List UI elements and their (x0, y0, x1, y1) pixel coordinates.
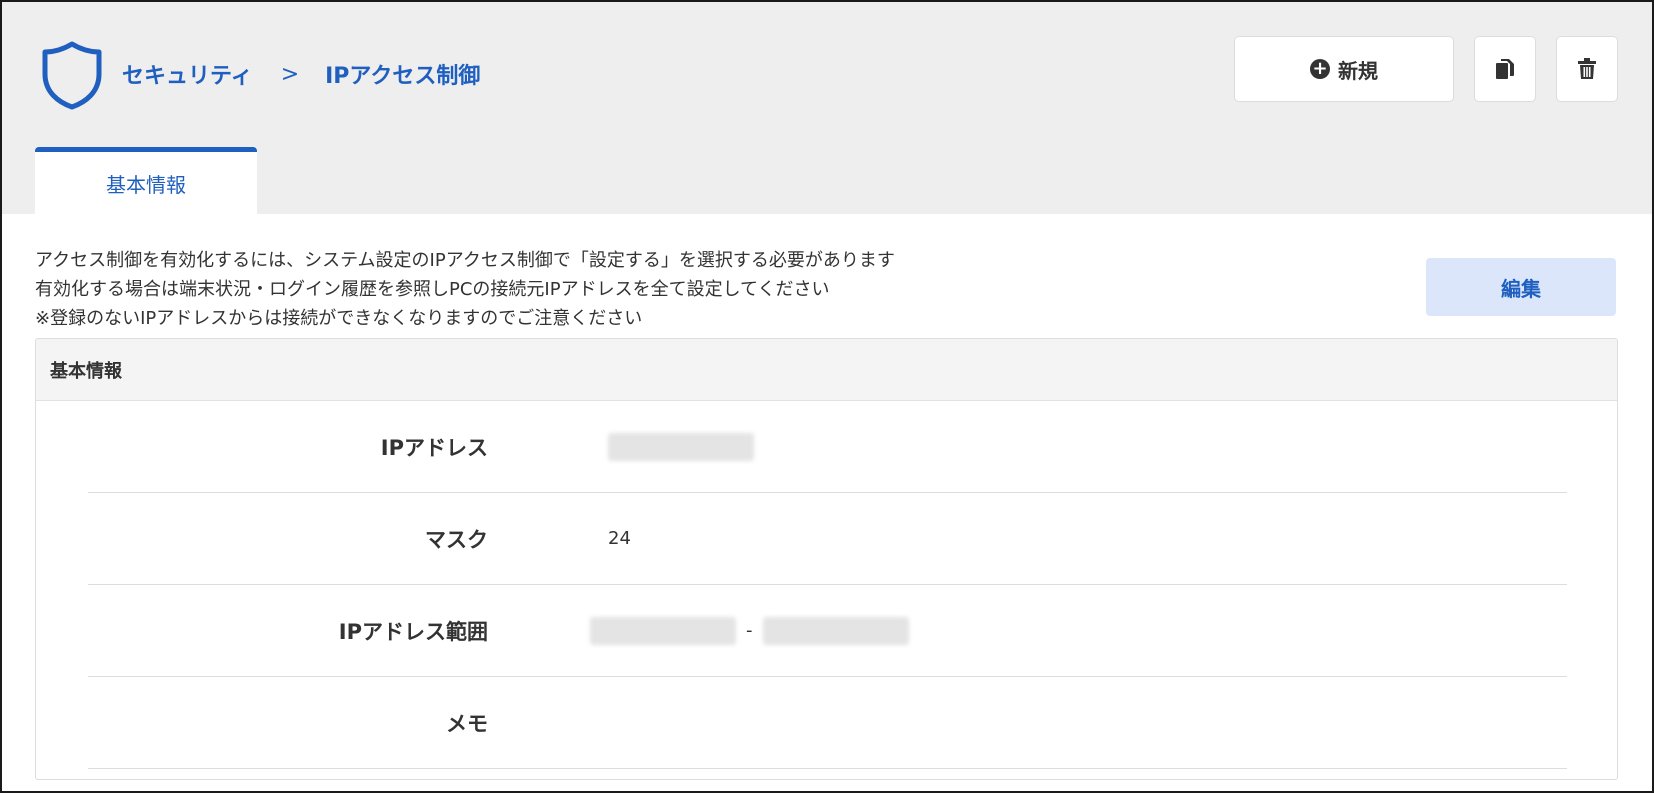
redacted-value (590, 616, 736, 645)
field-label: IPアドレス範囲 (338, 619, 488, 644)
notice-line: 有効化する場合は端末状況・ログイン履歴を参照しPCの接続元IPアドレスを全て設定… (35, 279, 830, 300)
breadcrumb-item-ip-access: IPアクセス制御 (325, 64, 481, 89)
trash-icon (1578, 58, 1596, 79)
edit-button[interactable]: 編集 (1426, 258, 1616, 316)
copy-icon (1496, 59, 1514, 79)
ip-address-value (608, 401, 754, 492)
delete-button[interactable] (1556, 36, 1618, 102)
field-label: マスク (425, 527, 488, 552)
range-separator: - (746, 620, 753, 641)
card-title: 基本情報 (36, 339, 1617, 401)
new-button-label: 新規 (1338, 58, 1378, 83)
plus-circle-icon: + (1310, 59, 1330, 79)
notice-line: アクセス制御を有効化するには、システム設定のIPアクセス制御で「設定する」を選択… (35, 250, 895, 271)
new-button[interactable]: + 新規 (1234, 36, 1454, 102)
copy-button[interactable] (1474, 36, 1536, 102)
breadcrumb-item-security[interactable]: セキュリティ (122, 58, 253, 90)
mask-value: 24 (608, 528, 631, 549)
field-row-memo: メモ (88, 677, 1567, 769)
redacted-value (762, 616, 909, 645)
shield-icon (42, 41, 102, 110)
notice-text: アクセス制御を有効化するには、システム設定のIPアクセス制御で「設定する」を選択… (35, 246, 895, 333)
field-row-mask: マスク 24 (88, 493, 1567, 585)
field-row-ip-address: IPアドレス (88, 401, 1567, 493)
breadcrumb-separator: > (280, 61, 300, 87)
redacted-value (608, 432, 754, 461)
field-row-ip-range: IPアドレス範囲 - (88, 585, 1567, 677)
notice-line: ※登録のないIPアドレスからは接続ができなくなりますのでご注意ください (35, 308, 643, 329)
ip-range-value: - (590, 585, 909, 676)
basic-info-card: 基本情報 IPアドレス マスク 24 IPアドレス範囲 - メモ (35, 338, 1618, 780)
app-window: セキュリティ > IPアクセス制御 + 新規 基本情報 アクセス制御を有効化する… (0, 0, 1654, 793)
field-label: メモ (446, 711, 488, 736)
tab-basic-info[interactable]: 基本情報 (35, 147, 257, 215)
field-label: IPアドレス (380, 435, 488, 460)
breadcrumb: セキュリティ > IPアクセス制御 (122, 56, 480, 92)
